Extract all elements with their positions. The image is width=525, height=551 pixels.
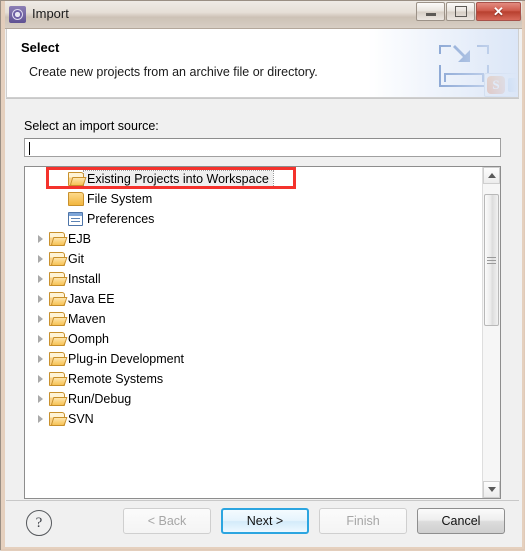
tree-item-label: Git [68, 252, 84, 266]
sogou-s-icon: S [487, 76, 505, 94]
tree-item-label: Plug-in Development [68, 352, 185, 366]
tree-item[interactable]: Remote Systems [25, 369, 483, 389]
tree-item-label: Preferences [87, 212, 155, 226]
finish-button: Finish [319, 508, 407, 534]
tree-item-label: File System [87, 192, 153, 206]
folder-open-icon [48, 252, 65, 266]
expand-arrow-icon[interactable] [33, 335, 48, 343]
wizard-header: Select Create new projects from an archi… [6, 29, 519, 98]
tree-item[interactable]: Existing Projects into Workspace [25, 169, 483, 189]
tree-item-label: Maven [68, 312, 106, 326]
eclipse-gear-icon [9, 6, 26, 23]
expand-arrow-icon[interactable] [33, 375, 48, 383]
folder-open-icon [48, 332, 65, 346]
tree-item-label: Remote Systems [68, 372, 164, 386]
expand-arrow-icon[interactable] [33, 275, 48, 283]
folder-open-icon [48, 312, 65, 326]
text-caret [29, 142, 30, 155]
folder-closed-icon [67, 192, 84, 206]
tree-item[interactable]: Run/Debug [25, 389, 483, 409]
expand-arrow-icon[interactable] [33, 395, 48, 403]
help-icon[interactable]: ? [26, 510, 52, 536]
tree-rows: Existing Projects into Workspace File Sys… [25, 167, 483, 498]
folder-open-icon [48, 232, 65, 246]
ime-lang-icon [508, 78, 517, 92]
maximize-button[interactable] [446, 2, 475, 21]
filter-input[interactable] [24, 138, 501, 157]
folder-open-icon [48, 372, 65, 386]
tree-item-label: Run/Debug [68, 392, 132, 406]
expand-arrow-icon[interactable] [33, 235, 48, 243]
folder-open-icon [48, 412, 65, 426]
expand-arrow-icon[interactable] [33, 255, 48, 263]
minimize-button[interactable] [416, 2, 445, 21]
import-source-tree[interactable]: Existing Projects into Workspace File Sys… [24, 166, 501, 499]
close-button[interactable]: ✕ [476, 2, 521, 21]
tree-item[interactable]: SVN [25, 409, 483, 429]
scroll-down-icon[interactable] [483, 481, 500, 498]
page-title: Select [21, 40, 60, 55]
expand-arrow-icon[interactable] [33, 415, 48, 423]
tree-item-label: Install [68, 272, 101, 286]
cancel-button[interactable]: Cancel [417, 508, 505, 534]
title-bar[interactable]: Import ✕ [1, 1, 524, 29]
folder-open-icon [48, 272, 65, 286]
tree-item[interactable]: Preferences [25, 209, 483, 229]
tree-item[interactable]: Java EE [25, 289, 483, 309]
tree-item[interactable]: Oomph [25, 329, 483, 349]
tree-item-label: EJB [68, 232, 91, 246]
tree-item-label: Java EE [68, 292, 115, 306]
vertical-scrollbar[interactable] [482, 167, 500, 498]
tree-item-label: Existing Projects into Workspace [83, 170, 274, 188]
dialog-footer: ? < Back Next > Finish Cancel [6, 500, 519, 544]
next-button[interactable]: Next > [221, 508, 309, 534]
tree-item[interactable]: Plug-in Development [25, 349, 483, 369]
expand-arrow-icon[interactable] [33, 295, 48, 303]
folder-open-icon [67, 172, 84, 186]
folder-open-icon [48, 352, 65, 366]
window-controls: ✕ [415, 2, 521, 21]
import-arrow-icon [437, 45, 491, 89]
folder-open-icon [48, 392, 65, 406]
expand-arrow-icon[interactable] [33, 315, 48, 323]
tree-item[interactable]: Git [25, 249, 483, 269]
tree-item-label: SVN [68, 412, 94, 426]
tree-item[interactable]: EJB [25, 229, 483, 249]
preferences-icon [67, 212, 84, 226]
import-dialog-window: Import ✕ Select Create new projects from… [0, 0, 525, 551]
tree-item-label: Oomph [68, 332, 109, 346]
tree-item[interactable]: File System [25, 189, 483, 209]
tree-item[interactable]: Install [25, 269, 483, 289]
footer-buttons: < Back Next > Finish Cancel [123, 508, 505, 534]
source-label: Select an import source: [24, 119, 159, 133]
ime-badge[interactable]: S [484, 73, 518, 97]
dialog-body: Select an import source: Existing Projec… [6, 98, 519, 501]
window-title: Import [32, 6, 69, 21]
page-subtitle: Create new projects from an archive file… [29, 65, 318, 79]
expand-arrow-icon[interactable] [33, 355, 48, 363]
folder-open-icon [48, 292, 65, 306]
scrollbar-thumb[interactable] [484, 194, 499, 326]
scroll-up-icon[interactable] [483, 167, 500, 184]
back-button: < Back [123, 508, 211, 534]
tree-item[interactable]: Maven [25, 309, 483, 329]
